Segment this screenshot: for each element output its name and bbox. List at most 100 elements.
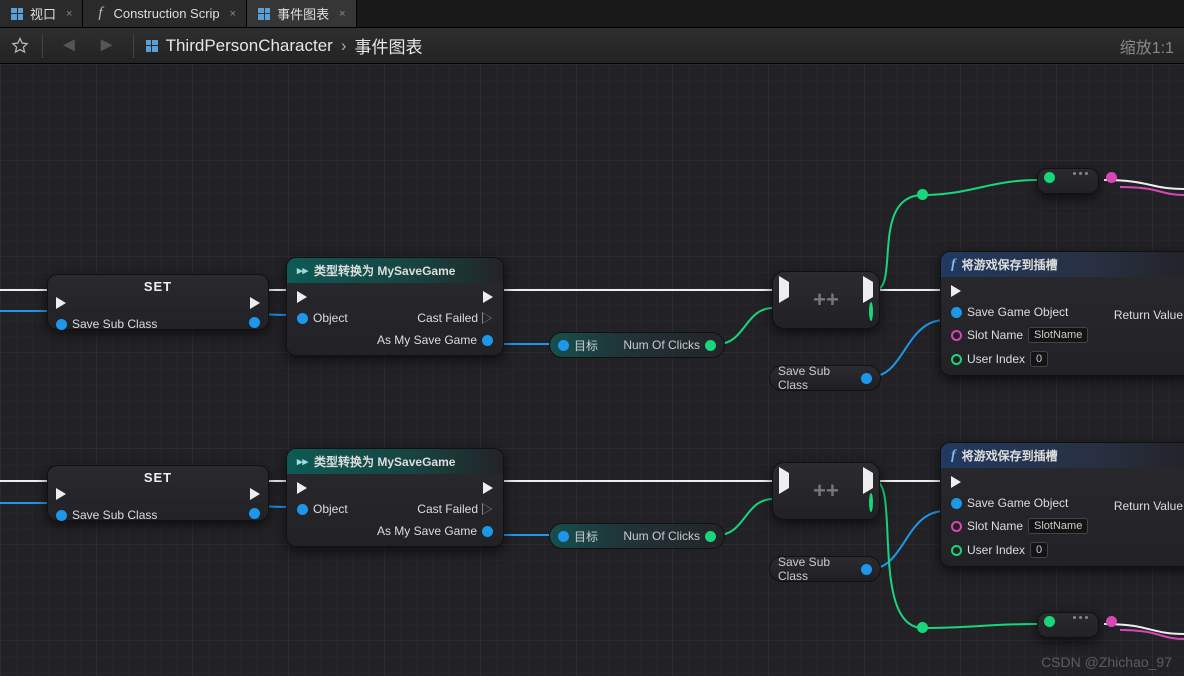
tab-label: 事件图表 xyxy=(277,4,329,23)
pin-label: 目标 xyxy=(574,337,598,354)
set-variable-node[interactable]: SET Save Sub Class xyxy=(47,465,269,521)
tab-event-graph[interactable]: 事件图表 × xyxy=(247,0,356,27)
exec-in-pin[interactable] xyxy=(779,276,789,303)
set-variable-node[interactable]: SET Save Sub Class xyxy=(47,274,269,330)
value-in-pin[interactable] xyxy=(56,319,67,330)
slot-name-input[interactable]: SlotName xyxy=(1028,327,1088,343)
tab-bar: 视口 × f Construction Scrip × 事件图表 × xyxy=(0,0,1184,28)
plus-plus-icon: ++ xyxy=(813,287,839,313)
function-icon: f xyxy=(951,448,956,464)
close-icon[interactable]: × xyxy=(66,8,72,20)
user-index-pin[interactable] xyxy=(951,354,962,365)
exec-in-pin[interactable] xyxy=(297,482,307,494)
as-out-pin[interactable] xyxy=(482,335,493,346)
cast-failed-pin[interactable] xyxy=(483,503,493,515)
slot-name-pin[interactable] xyxy=(951,521,962,532)
breadcrumb[interactable]: ThirdPersonCharacter › 事件图表 xyxy=(146,33,423,58)
target-pin[interactable] xyxy=(558,340,569,351)
reroute-node[interactable] xyxy=(917,622,928,633)
save-game-to-slot-node[interactable]: f将游戏保存到插槽 Save Game Object Slot NameSlot… xyxy=(940,251,1184,376)
tab-viewport[interactable]: 视口 × xyxy=(0,0,83,27)
get-variable-node[interactable]: Save Sub Class xyxy=(769,556,881,582)
reroute-seq-node[interactable] xyxy=(1037,612,1099,638)
value-out-pin[interactable] xyxy=(705,340,716,351)
cast-failed-pin[interactable] xyxy=(483,312,493,324)
cast-icon: ▸▸ xyxy=(297,264,308,277)
exec-out-pin[interactable] xyxy=(483,482,493,494)
node-title: SET xyxy=(48,470,268,485)
cast-node[interactable]: ▸▸类型转换为 MySaveGame Object Cast Failed As… xyxy=(286,448,504,547)
toolbar: ◄ ► ThirdPersonCharacter › 事件图表 缩放1:1 xyxy=(0,28,1184,64)
out-pin[interactable] xyxy=(1106,616,1117,627)
exec-out-pin[interactable] xyxy=(250,297,260,309)
tab-construction[interactable]: f Construction Scrip × xyxy=(83,0,247,27)
value-out-pin[interactable] xyxy=(705,531,716,542)
value-out-pin[interactable] xyxy=(861,564,872,575)
node-title: SET xyxy=(48,279,268,294)
breadcrumb-graph: 事件图表 xyxy=(355,33,423,58)
slot-name-input[interactable]: SlotName xyxy=(1028,518,1088,534)
dots-icon xyxy=(1073,616,1088,627)
save-game-to-slot-node[interactable]: f将游戏保存到插槽 Save Game Object Slot NameSlot… xyxy=(940,442,1184,567)
pin-label: Slot Name xyxy=(967,328,1023,342)
nav-fwd-button[interactable]: ► xyxy=(93,34,121,57)
exec-out-pin[interactable] xyxy=(250,488,260,500)
reroute-node[interactable] xyxy=(917,189,928,200)
out-pin[interactable] xyxy=(1106,172,1117,183)
object-in-pin[interactable] xyxy=(297,504,308,515)
pin-label: User Index xyxy=(967,352,1025,366)
get-variable-node[interactable]: Save Sub Class xyxy=(769,365,881,391)
int-out-pin[interactable] xyxy=(869,302,873,321)
pin-label: Return Value xyxy=(1114,308,1183,322)
increment-int-node[interactable]: ++ xyxy=(772,271,880,329)
exec-in-pin[interactable] xyxy=(297,291,307,303)
in-pin[interactable] xyxy=(1044,616,1055,627)
exec-in-pin[interactable] xyxy=(951,476,961,488)
user-index-input[interactable]: 0 xyxy=(1030,351,1048,367)
as-out-pin[interactable] xyxy=(482,526,493,537)
reroute-seq-node[interactable] xyxy=(1037,168,1099,194)
exec-out-pin[interactable] xyxy=(863,467,873,494)
tab-label: Construction Scrip xyxy=(113,6,219,21)
save-obj-pin[interactable] xyxy=(951,307,962,318)
value-out-pin[interactable] xyxy=(249,508,260,519)
exec-in-pin[interactable] xyxy=(56,488,66,500)
pin-label: Save Game Object xyxy=(967,496,1068,510)
cast-icon: ▸▸ xyxy=(297,455,308,468)
node-title: 将游戏保存到插槽 xyxy=(962,256,1058,273)
pin-label: Save Sub Class xyxy=(778,555,851,583)
pin-label: Save Game Object xyxy=(967,305,1068,319)
value-out-pin[interactable] xyxy=(861,373,872,384)
object-in-pin[interactable] xyxy=(297,313,308,324)
cast-node[interactable]: ▸▸类型转换为 MySaveGame Object Cast Failed As… xyxy=(286,257,504,356)
grid-icon xyxy=(257,7,271,21)
value-out-pin[interactable] xyxy=(249,317,260,328)
user-index-input[interactable]: 0 xyxy=(1030,542,1048,558)
close-icon[interactable]: × xyxy=(339,8,345,20)
close-icon[interactable]: × xyxy=(230,8,236,20)
int-out-pin[interactable] xyxy=(869,493,873,512)
save-obj-pin[interactable] xyxy=(951,498,962,509)
slot-name-pin[interactable] xyxy=(951,330,962,341)
value-in-pin[interactable] xyxy=(56,510,67,521)
increment-int-node[interactable]: ++ xyxy=(772,462,880,520)
get-property-node[interactable]: 目标 Num Of Clicks xyxy=(549,523,725,549)
pin-label: As My Save Game xyxy=(377,333,477,347)
grid-icon xyxy=(10,7,24,21)
chevron-right-icon: › xyxy=(341,36,347,56)
exec-in-pin[interactable] xyxy=(56,297,66,309)
pin-label: Num Of Clicks xyxy=(623,529,700,543)
pin-label: Cast Failed xyxy=(417,502,478,516)
nav-back-button[interactable]: ◄ xyxy=(55,34,83,57)
get-property-node[interactable]: 目标 Num Of Clicks xyxy=(549,332,725,358)
graph-canvas[interactable]: SET Save Sub Class ▸▸类型转换为 MySaveGame Ob… xyxy=(0,64,1184,676)
favorite-icon[interactable] xyxy=(10,36,30,56)
exec-out-pin[interactable] xyxy=(483,291,493,303)
user-index-pin[interactable] xyxy=(951,545,962,556)
in-pin[interactable] xyxy=(1044,172,1055,183)
exec-in-pin[interactable] xyxy=(779,467,789,494)
exec-in-pin[interactable] xyxy=(951,285,961,297)
target-pin[interactable] xyxy=(558,531,569,542)
tab-label: 视口 xyxy=(30,4,56,23)
exec-out-pin[interactable] xyxy=(863,276,873,303)
